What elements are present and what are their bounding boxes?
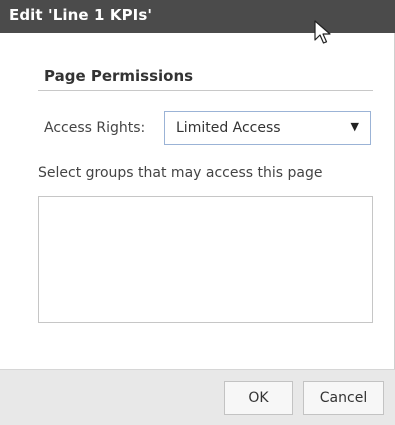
dialog-titlebar[interactable]: Edit 'Line 1 KPIs' (0, 0, 395, 33)
access-rights-select[interactable]: Limited Access ▼ (164, 111, 371, 145)
dialog-footer: OK Cancel (0, 369, 395, 425)
cancel-button[interactable]: Cancel (303, 381, 384, 415)
groups-instruction-label: Select groups that may access this page (38, 165, 323, 181)
mouse-pointer-icon (313, 20, 333, 46)
dialog-title: Edit 'Line 1 KPIs' (9, 6, 153, 24)
access-rights-selected-value: Limited Access (176, 120, 281, 136)
groups-listbox[interactable] (38, 196, 373, 323)
edit-page-dialog: Edit 'Line 1 KPIs' Page Permissions Acce… (0, 0, 395, 425)
ok-button[interactable]: OK (224, 381, 293, 415)
access-rights-label: Access Rights: (44, 120, 146, 136)
section-title-page-permissions: Page Permissions (44, 67, 194, 85)
section-divider (38, 90, 373, 91)
caret-down-icon: ▼ (350, 120, 359, 133)
